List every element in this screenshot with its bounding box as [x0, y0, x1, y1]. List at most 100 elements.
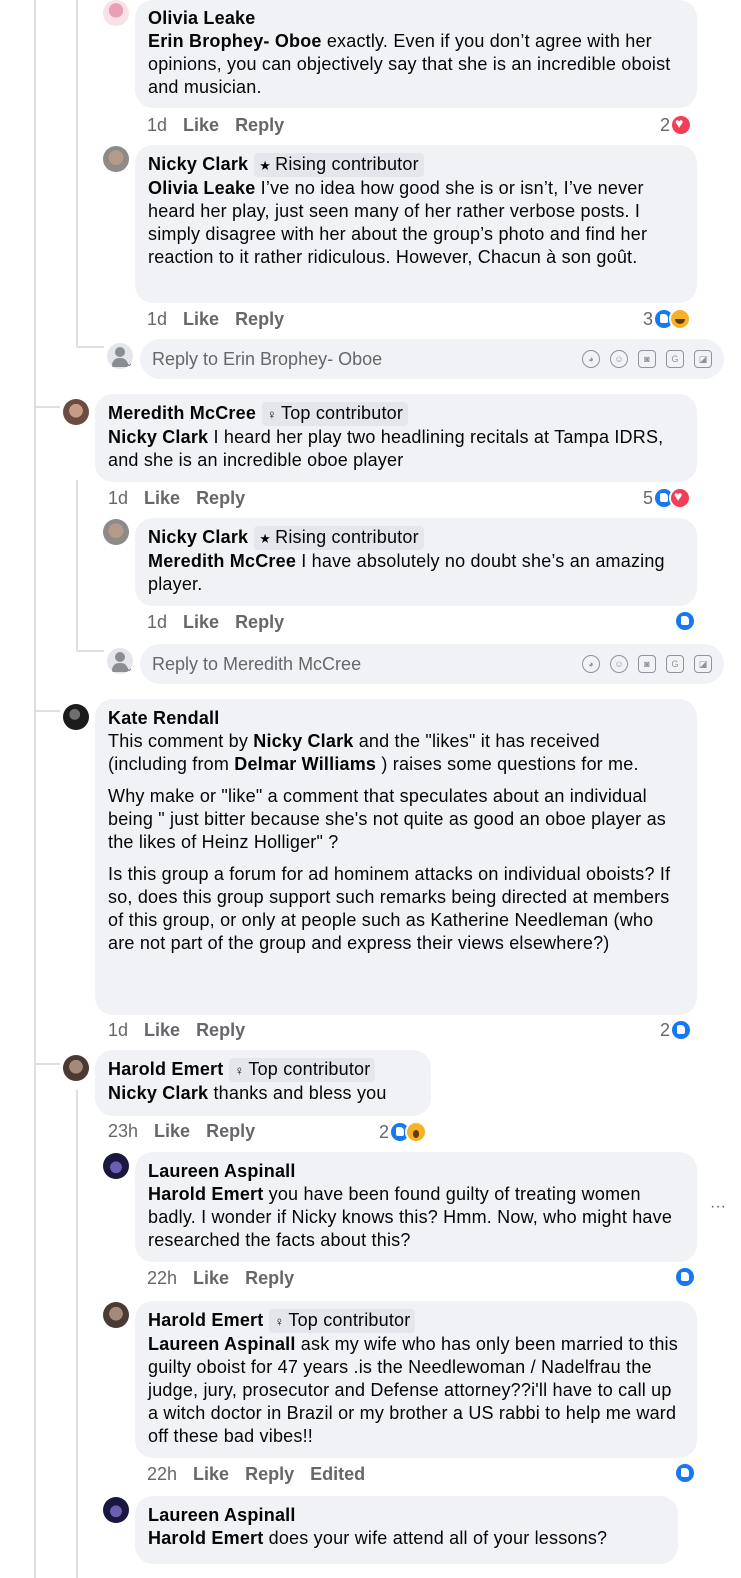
comment-time[interactable]: 22h [147, 1464, 177, 1484]
like-button[interactable]: Like [154, 1121, 190, 1141]
reply-button[interactable]: Reply [245, 1268, 294, 1288]
mention-link[interactable]: Nicky Clark [108, 427, 208, 447]
badge-label: Rising contributor [275, 527, 419, 547]
avatar[interactable] [63, 1055, 89, 1081]
reply-button[interactable]: Reply [235, 115, 284, 135]
mention-link[interactable]: Laureen Aspinall [148, 1334, 296, 1354]
comment-actions: 1d Like Reply [147, 309, 300, 330]
comment-author[interactable]: Harold Emert [148, 1310, 263, 1330]
comment-author[interactable]: Nicky Clark [148, 154, 248, 174]
comment-time[interactable]: 1d [108, 1020, 128, 1040]
avatar-sticker-icon[interactable]: ◕ [582, 655, 600, 673]
badge-label: Top contributor [248, 1059, 371, 1079]
reaction-summary[interactable]: 5 [643, 487, 692, 509]
reply-button[interactable]: Reply [196, 1020, 245, 1040]
reaction-summary[interactable]: 3 [643, 308, 692, 330]
thread-line [34, 1063, 60, 1065]
star-icon: ★ [259, 531, 272, 546]
comment-time[interactable]: 1d [147, 612, 167, 632]
mention-link[interactable]: Nicky Clark [108, 1083, 208, 1103]
comment-time[interactable]: 1d [108, 488, 128, 508]
comment-actions: 1d Like Reply [147, 115, 300, 136]
like-button[interactable]: Like [183, 309, 219, 329]
like-button[interactable]: Like [193, 1464, 229, 1484]
reply-button[interactable]: Reply [245, 1464, 294, 1484]
comment-author[interactable]: Laureen Aspinall [148, 1160, 684, 1183]
comment-time[interactable]: 1d [147, 115, 167, 135]
thread-line [34, 710, 60, 712]
reply-button[interactable]: Reply [196, 488, 245, 508]
mention-link[interactable]: Delmar Williams [234, 754, 376, 774]
reaction-summary[interactable]: 2 [660, 114, 693, 136]
mention-link[interactable]: Nicky Clark [253, 731, 353, 751]
avatar[interactable] [103, 0, 129, 26]
avatar[interactable] [103, 1302, 129, 1328]
sticker-icon[interactable]: ◪ [694, 350, 712, 368]
comment-author[interactable]: Nicky Clark [148, 527, 248, 547]
mention-link[interactable]: Harold Emert [148, 1184, 263, 1204]
comment-author[interactable]: Harold Emert [108, 1059, 223, 1079]
like-button[interactable]: Like [193, 1268, 229, 1288]
mention-link[interactable]: Olivia Leake [148, 178, 255, 198]
reaction-summary[interactable] [674, 610, 696, 632]
camera-icon[interactable]: ◙ [638, 655, 656, 673]
comment-bubble: Nicky Clark ★ Rising contributor Meredith … [135, 518, 697, 606]
reaction-summary[interactable]: 2 [660, 1019, 693, 1041]
reaction-count: 2 [660, 1019, 671, 1040]
chevron-down-icon[interactable]: ⌄ [125, 358, 133, 369]
badge-label: Rising contributor [275, 154, 419, 174]
thread-line [34, 0, 36, 1578]
reply-button[interactable]: Reply [206, 1121, 255, 1141]
chevron-down-icon[interactable]: ⌄ [125, 663, 133, 674]
camera-icon[interactable]: ◙ [638, 350, 656, 368]
emoji-icon[interactable]: ☺ [610, 655, 628, 673]
comment-author[interactable]: Kate Rendall [108, 707, 684, 730]
more-options-icon[interactable]: ··· [710, 1198, 726, 1216]
comment-time[interactable]: 1d [147, 309, 167, 329]
comment-text: thanks and bless you [208, 1083, 387, 1103]
comment-author[interactable]: Olivia Leake [148, 7, 684, 30]
reply-input[interactable]: Reply to Meredith McCree ◕ ☺ ◙ G ◪ [140, 644, 724, 684]
avatar[interactable] [63, 399, 89, 425]
comment-text: Why make or "like" a comment that specul… [108, 786, 666, 852]
badge-label: Top contributor [288, 1310, 411, 1330]
mention-link[interactable]: Harold Emert [148, 1528, 263, 1548]
comment-author[interactable]: Meredith McCree [108, 403, 256, 423]
thread-line [76, 480, 78, 652]
love-reaction-icon [670, 114, 693, 136]
avatar[interactable] [103, 1153, 129, 1179]
reaction-summary[interactable] [674, 1462, 696, 1484]
contributor-badge: ♀ Top contributor [262, 402, 409, 426]
like-button[interactable]: Like [183, 612, 219, 632]
avatar[interactable] [63, 704, 89, 730]
mention-link[interactable]: Meredith McCree [148, 551, 296, 571]
like-reaction-icon [674, 1266, 696, 1288]
gif-icon[interactable]: G [666, 350, 684, 368]
comment-time[interactable]: 22h [147, 1268, 177, 1288]
gif-icon[interactable]: G [666, 655, 684, 673]
like-button[interactable]: Like [144, 1020, 180, 1040]
reaction-summary[interactable] [674, 1266, 696, 1288]
reply-button[interactable]: Reply [235, 309, 284, 329]
comment-time[interactable]: 23h [108, 1121, 138, 1141]
comment-bubble: Olivia Leake Erin Brophey- Oboe exactly.… [135, 0, 697, 108]
edited-label[interactable]: Edited [310, 1464, 365, 1484]
avatar[interactable] [103, 1497, 129, 1523]
reply-button[interactable]: Reply [235, 612, 284, 632]
reply-placeholder: Reply to Meredith McCree [152, 653, 362, 674]
mention-link[interactable]: Erin Brophey- Oboe [148, 31, 322, 51]
comment-author[interactable]: Laureen Aspinall [148, 1504, 665, 1527]
like-button[interactable]: Like [144, 488, 180, 508]
reply-input[interactable]: Reply to Erin Brophey- Oboe ◕ ☺ ◙ G ◪ [140, 339, 724, 379]
thread-line [76, 650, 104, 652]
like-button[interactable]: Like [183, 115, 219, 135]
avatar[interactable] [103, 519, 129, 545]
avatar-sticker-icon[interactable]: ◕ [582, 350, 600, 368]
reply-placeholder: Reply to Erin Brophey- Oboe [152, 348, 383, 369]
reaction-summary[interactable]: 2 [379, 1121, 428, 1143]
reaction-count: 2 [660, 114, 671, 135]
comment-bubble: Laureen Aspinall Harold Emert does your … [135, 1496, 678, 1564]
avatar[interactable] [103, 146, 129, 172]
emoji-icon[interactable]: ☺ [610, 350, 628, 368]
sticker-icon[interactable]: ◪ [694, 655, 712, 673]
